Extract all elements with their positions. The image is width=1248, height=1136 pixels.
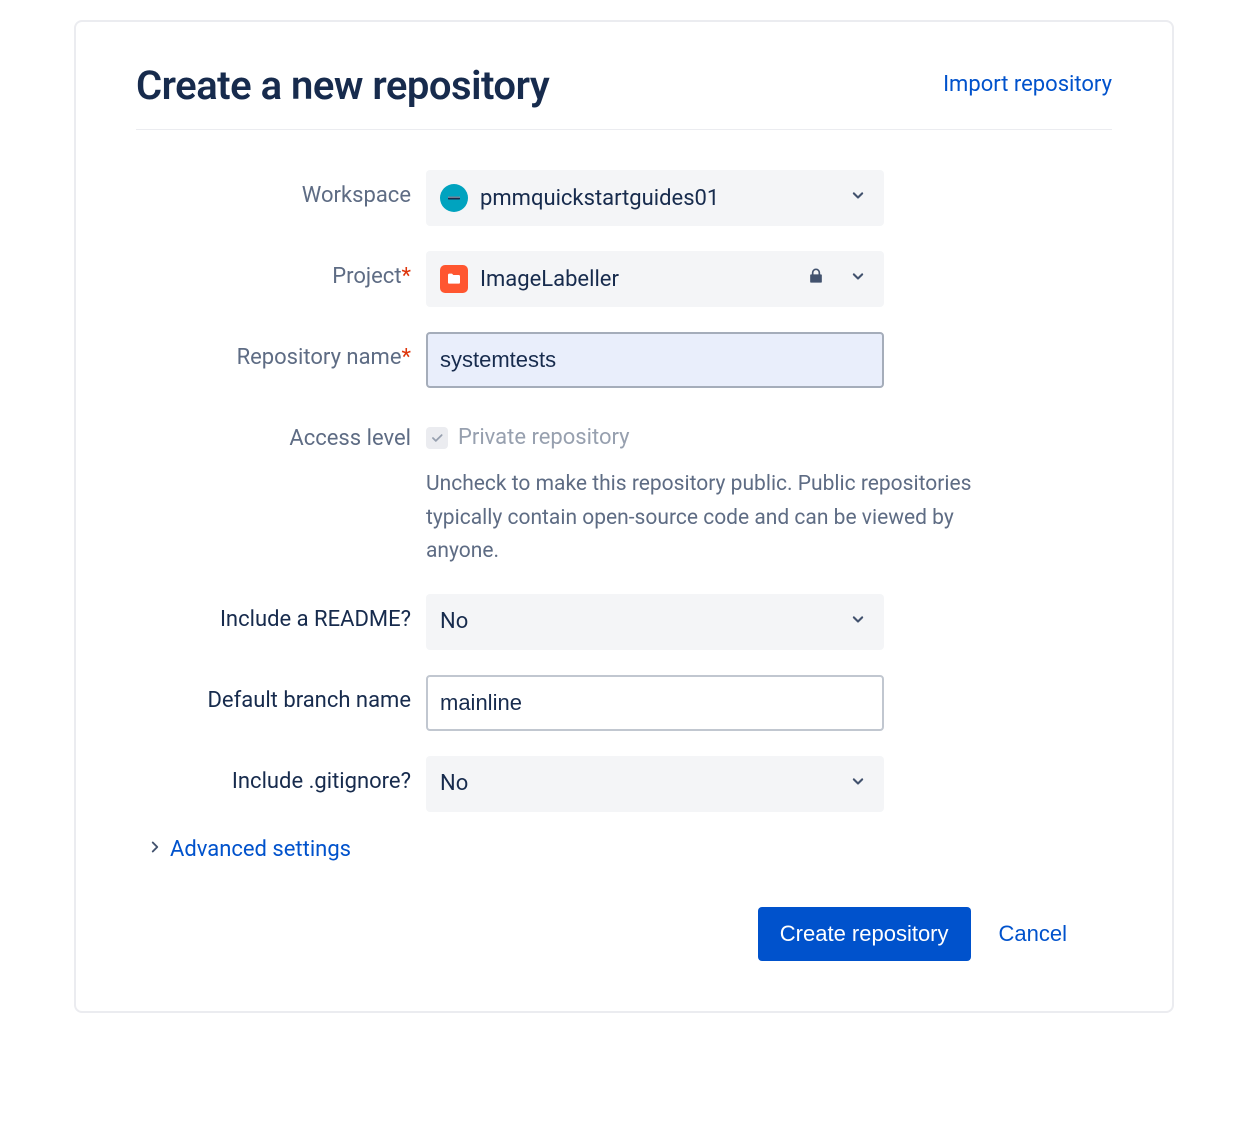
workspace-value: pmmquickstartguides01 bbox=[480, 186, 719, 211]
header: Create a new repository Import repositor… bbox=[136, 62, 1112, 130]
chevron-down-icon bbox=[848, 771, 868, 797]
check-icon bbox=[430, 431, 444, 445]
import-repository-link[interactable]: Import repository bbox=[943, 72, 1112, 97]
project-label: Project* bbox=[136, 251, 426, 292]
advanced-settings-label: Advanced settings bbox=[170, 837, 351, 862]
gitignore-select[interactable]: No bbox=[426, 756, 884, 812]
workspace-row: Workspace pmmquickstartguides01 bbox=[136, 170, 1112, 226]
branch-row: Default branch name bbox=[136, 675, 1112, 731]
chevron-down-icon bbox=[848, 609, 868, 635]
repo-name-row: Repository name* bbox=[136, 332, 1112, 388]
workspace-label: Workspace bbox=[136, 170, 426, 211]
access-level-row: Access level Private repository Uncheck … bbox=[136, 413, 1112, 569]
gitignore-label: Include .gitignore? bbox=[136, 756, 426, 797]
gitignore-row: Include .gitignore? No bbox=[136, 756, 1112, 812]
branch-input[interactable] bbox=[426, 675, 884, 731]
cancel-button[interactable]: Cancel bbox=[999, 921, 1067, 947]
workspace-select[interactable]: pmmquickstartguides01 bbox=[426, 170, 884, 226]
access-help-text: Uncheck to make this repository public. … bbox=[426, 468, 1026, 569]
chevron-right-icon bbox=[146, 837, 164, 862]
form-actions: Create repository Cancel bbox=[136, 907, 1112, 961]
create-repository-button[interactable]: Create repository bbox=[758, 907, 971, 961]
repo-name-label: Repository name* bbox=[136, 332, 426, 373]
workspace-avatar-icon bbox=[440, 184, 468, 212]
access-level-label: Access level bbox=[136, 413, 426, 454]
chevron-down-icon bbox=[848, 266, 868, 292]
gitignore-value: No bbox=[440, 771, 468, 796]
readme-row: Include a README? No bbox=[136, 594, 1112, 650]
readme-value: No bbox=[440, 609, 468, 634]
readme-select[interactable]: No bbox=[426, 594, 884, 650]
page-title: Create a new repository bbox=[136, 62, 549, 109]
lock-icon bbox=[806, 266, 826, 292]
branch-label: Default branch name bbox=[136, 675, 426, 716]
readme-label: Include a README? bbox=[136, 594, 426, 635]
private-checkbox-label: Private repository bbox=[458, 425, 630, 450]
repo-name-input[interactable] bbox=[426, 332, 884, 388]
advanced-settings-toggle[interactable]: Advanced settings bbox=[146, 837, 1112, 862]
chevron-down-icon bbox=[848, 185, 868, 211]
project-row: Project* ImageLabeller bbox=[136, 251, 1112, 307]
project-value: ImageLabeller bbox=[480, 267, 619, 292]
project-select[interactable]: ImageLabeller bbox=[426, 251, 884, 307]
private-checkbox[interactable] bbox=[426, 427, 448, 449]
project-folder-icon bbox=[440, 265, 468, 293]
create-repo-card: Create a new repository Import repositor… bbox=[74, 20, 1174, 1013]
